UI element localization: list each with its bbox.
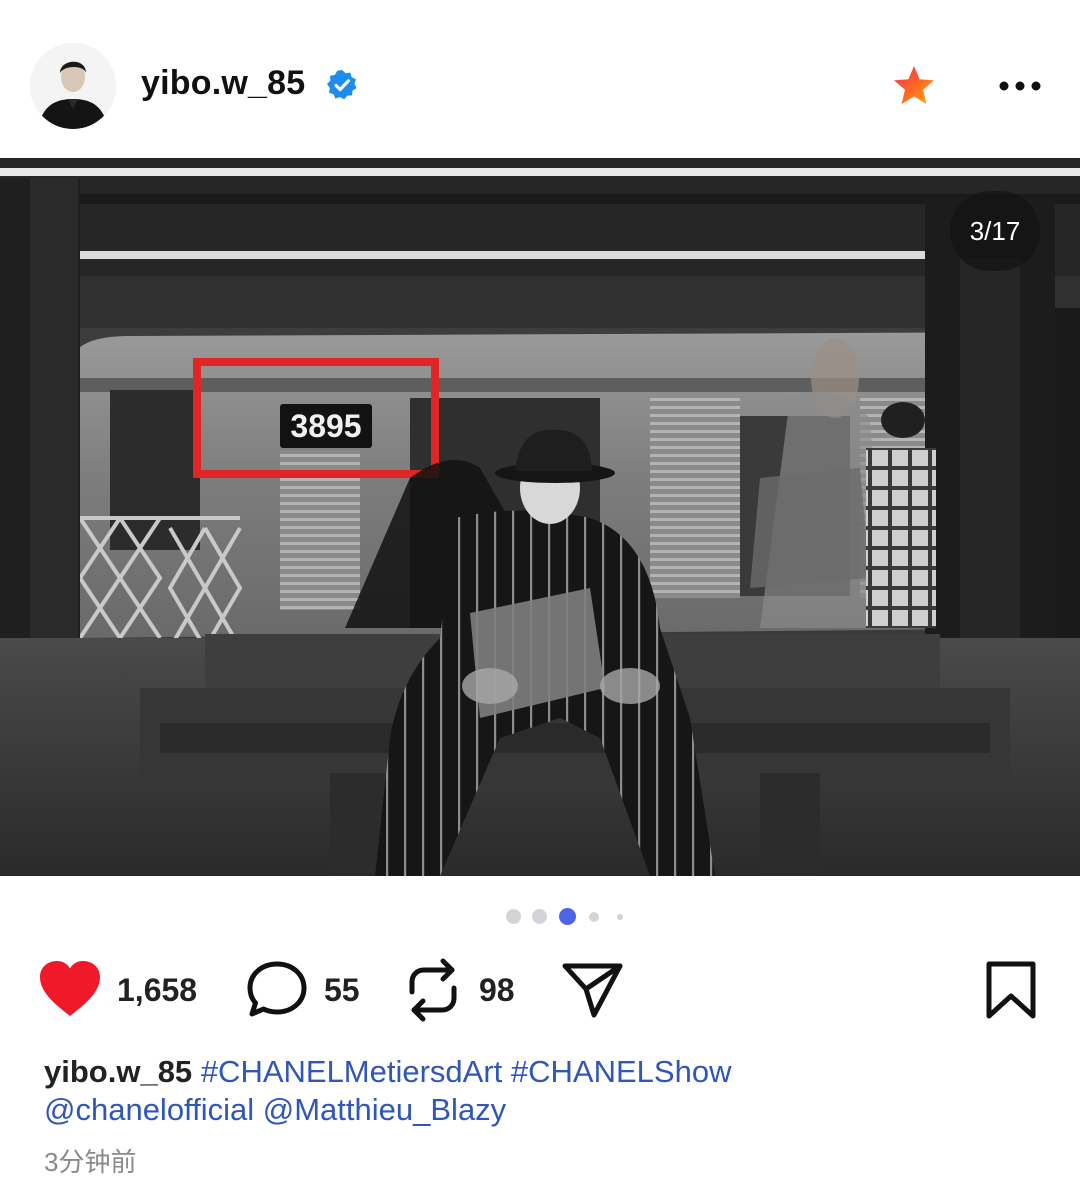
- carousel-dot[interactable]: [506, 909, 521, 924]
- subway-photo: 3895: [0, 158, 1080, 876]
- comment-count[interactable]: 55: [324, 972, 360, 1009]
- hashtag-link[interactable]: #CHANELMetiersdArt: [201, 1054, 502, 1089]
- carousel-dot[interactable]: [589, 912, 599, 922]
- post-timestamp: 3分钟前: [44, 1147, 137, 1177]
- repost-count[interactable]: 98: [479, 972, 515, 1009]
- carousel-dot[interactable]: [617, 914, 623, 920]
- verified-badge-icon: [327, 70, 357, 100]
- post-caption: yibo.w_85 #CHANELMetiersdArt #CHANELShow…: [44, 1053, 1044, 1129]
- caption-username[interactable]: yibo.w_85: [44, 1054, 192, 1089]
- avatar-portrait: [30, 43, 116, 129]
- bookmark-icon[interactable]: [984, 960, 1038, 1020]
- like-count[interactable]: 1,658: [117, 972, 197, 1009]
- star-icon[interactable]: [891, 63, 937, 109]
- avatar[interactable]: [30, 43, 116, 129]
- repost-icon[interactable]: [406, 958, 460, 1022]
- carousel-indicator: [0, 906, 1080, 926]
- more-dots-icon[interactable]: [994, 64, 1046, 108]
- header-username[interactable]: yibo.w_85: [141, 64, 305, 103]
- heart-icon[interactable]: [38, 960, 102, 1018]
- train-number-label: 3895: [290, 408, 361, 444]
- mention-link[interactable]: @Matthieu_Blazy: [263, 1092, 506, 1127]
- post-image[interactable]: 3895: [0, 158, 1080, 876]
- mention-link[interactable]: @chanelofficial: [44, 1092, 254, 1127]
- image-counter-badge: 3/17: [950, 191, 1040, 271]
- post-header: yibo.w_85: [0, 0, 1080, 160]
- send-icon[interactable]: [562, 961, 624, 1019]
- comment-bubble-icon[interactable]: [246, 960, 308, 1020]
- carousel-dot-active[interactable]: [559, 908, 576, 925]
- hashtag-link[interactable]: #CHANELShow: [511, 1054, 732, 1089]
- carousel-dot[interactable]: [532, 909, 547, 924]
